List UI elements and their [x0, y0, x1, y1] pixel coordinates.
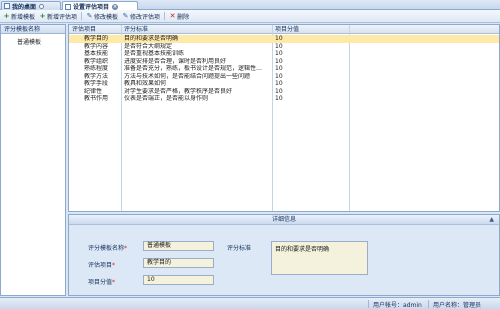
- cell-standard: 对学生要求是否严格，教学秩序是否良好: [124, 87, 233, 95]
- column-header-item[interactable]: 评估项目: [69, 25, 96, 34]
- edit-icon: ✎: [86, 11, 93, 20]
- cell-score: 10: [275, 57, 283, 65]
- cell-score: 10: [275, 42, 283, 50]
- edit-template-button[interactable]: ✎ 修改模板: [86, 12, 118, 21]
- table-row[interactable]: 熟练程度 准备是否充分，熟练，板书设计是否规范，逻辑性… 10: [69, 65, 499, 73]
- detail-header[interactable]: 详细信息 ▲: [69, 215, 499, 225]
- detail-title: 详细信息: [271, 216, 296, 223]
- edit-item-label: 修改评估项: [130, 13, 161, 21]
- required-mark: *: [112, 262, 116, 269]
- status-divider: [368, 300, 369, 308]
- delete-label: 删除: [177, 13, 190, 21]
- cell-item: 纪律性: [84, 87, 103, 95]
- evaluation-items-grid: 评估项目 评分标准 项目分值 教学目的 目的和要求是否明确 10 教学内容 是否符合大纲…: [68, 24, 500, 212]
- add-template-button[interactable]: + 新增模板: [3, 12, 35, 21]
- cell-score: 10: [275, 65, 283, 72]
- score-label: 项目分值*: [88, 277, 115, 286]
- cell-item: 教学内容: [84, 42, 109, 50]
- delete-icon: ✕: [169, 11, 176, 20]
- toolbar-divider: [81, 12, 83, 20]
- template-list-panel: 评分模板名称 普通模板: [0, 24, 66, 296]
- cell-score: 10: [275, 35, 283, 42]
- edit-icon: ✎: [122, 11, 129, 20]
- cell-item: 教书作用: [84, 95, 109, 102]
- cell-standard: 教具和效果如何: [124, 80, 167, 87]
- evaluation-item-field[interactable]: 教学目的: [143, 258, 214, 268]
- cell-score: 10: [275, 87, 283, 95]
- evaluation-item-label: 评估项目*: [88, 260, 115, 269]
- table-row[interactable]: 教学目的 目的和要求是否明确 10: [69, 35, 499, 43]
- toolbar-divider: [164, 12, 166, 20]
- evaluation-item-label-text: 评估项目: [88, 262, 113, 269]
- add-item-label: 新增评估项: [47, 13, 78, 21]
- cell-score: 10: [275, 72, 283, 80]
- cell-item: 教学组织: [84, 57, 109, 65]
- column-header-score[interactable]: 项目分值: [272, 25, 299, 34]
- cell-score: 10: [275, 95, 283, 102]
- tab-bar: 我的桌面 设置评估项目 ×: [0, 0, 500, 11]
- cell-item: 教学目的: [84, 35, 109, 42]
- score-label-text: 项目分值: [88, 279, 113, 286]
- cell-standard: 是否符合大纲规定: [124, 42, 173, 50]
- cell-standard: 进度安排是否合理，课时是否利用良好: [124, 57, 227, 65]
- status-username: 用户名称：管理员: [433, 302, 482, 309]
- table-row[interactable]: 教学内容 是否符合大纲规定 10: [69, 43, 499, 51]
- cell-item: 基本技能: [84, 50, 109, 57]
- cell-item: 教学方法: [84, 72, 109, 80]
- table-row[interactable]: 教学方法 方法与技术如何，是否能结合问题提出一些问题 10: [69, 73, 499, 81]
- cell-standard: 仪表是否端正，是否能以身作则: [124, 95, 209, 102]
- cell-item: 熟练程度: [84, 65, 109, 72]
- close-icon[interactable]: ×: [112, 3, 119, 10]
- add-icon: +: [3, 11, 10, 20]
- template-list-header: 评分模板名称: [1, 25, 65, 34]
- add-icon: +: [39, 11, 46, 20]
- standard-textarea[interactable]: 目的和要求是否明确: [271, 241, 368, 275]
- cell-score: 10: [275, 80, 283, 87]
- grid-header: 评估项目 评分标准 项目分值: [69, 25, 499, 34]
- toolbar: + 新增模板 + 新增评估项 ✎ 修改模板 ✎ 修改评估项 ✕ 删除: [0, 10, 500, 23]
- detail-panel: 详细信息 ▲ 评分模板名称* 普通模板 评估项目* 教学目的 项目分值* 10 …: [68, 214, 500, 296]
- template-name-label: 评分模板名称*: [88, 243, 127, 252]
- desktop-icon: [4, 3, 10, 9]
- cell-standard: 准备是否充分，熟练，板书设计是否规范，逻辑性…: [124, 65, 263, 72]
- status-account: 用户帐号：admin: [373, 302, 422, 309]
- table-row[interactable]: 基本技能 是否重视基本技能训练 10: [69, 50, 499, 58]
- cell-score: 10: [275, 50, 283, 57]
- status-divider: [428, 300, 429, 308]
- table-row[interactable]: 教学手段 教具和效果如何 10: [69, 80, 499, 88]
- tab-my-desktop[interactable]: 我的桌面: [1, 1, 61, 11]
- template-name-field[interactable]: 普通模板: [143, 241, 214, 251]
- status-bar: 用户帐号：admin 用户名称：管理员: [0, 297, 500, 309]
- table-row[interactable]: 教书作用 仪表是否端正，是否能以身作则 10: [69, 95, 499, 103]
- template-name-label-text: 评分模板名称: [88, 245, 125, 252]
- delete-button[interactable]: ✕ 删除: [169, 12, 189, 21]
- collapse-icon[interactable]: ▲: [489, 215, 494, 225]
- standard-label: 评分标准: [227, 245, 252, 252]
- cell-standard: 是否重视基本技能训练: [124, 50, 185, 57]
- cell-item: 教学手段: [84, 80, 109, 87]
- add-template-label: 新增模板: [11, 13, 36, 21]
- grid-body: 教学目的 目的和要求是否明确 10 教学内容 是否符合大纲规定 10 基本技能 是否重视基本技…: [69, 35, 499, 103]
- cell-standard: 目的和要求是否明确: [124, 35, 179, 42]
- score-field[interactable]: 10: [143, 275, 214, 285]
- cell-standard: 方法与技术如何，是否能结合问题提出一些问题: [124, 72, 251, 80]
- required-mark: *: [124, 245, 128, 252]
- edit-item-button[interactable]: ✎ 修改评估项: [122, 12, 160, 21]
- table-row[interactable]: 教学组织 进度安排是否合理，课时是否利用良好 10: [69, 58, 499, 66]
- template-list-item[interactable]: 普通模板: [17, 37, 41, 46]
- required-mark: *: [112, 279, 116, 286]
- table-row[interactable]: 纪律性 对学生要求是否严格，教学秩序是否良好 10: [69, 88, 499, 96]
- column-header-standard[interactable]: 评分标准: [121, 25, 148, 34]
- add-item-button[interactable]: + 新增评估项: [39, 12, 77, 21]
- edit-template-label: 修改模板: [94, 13, 119, 21]
- settings-icon: [65, 3, 71, 10]
- tab-pin-icon[interactable]: [39, 3, 45, 9]
